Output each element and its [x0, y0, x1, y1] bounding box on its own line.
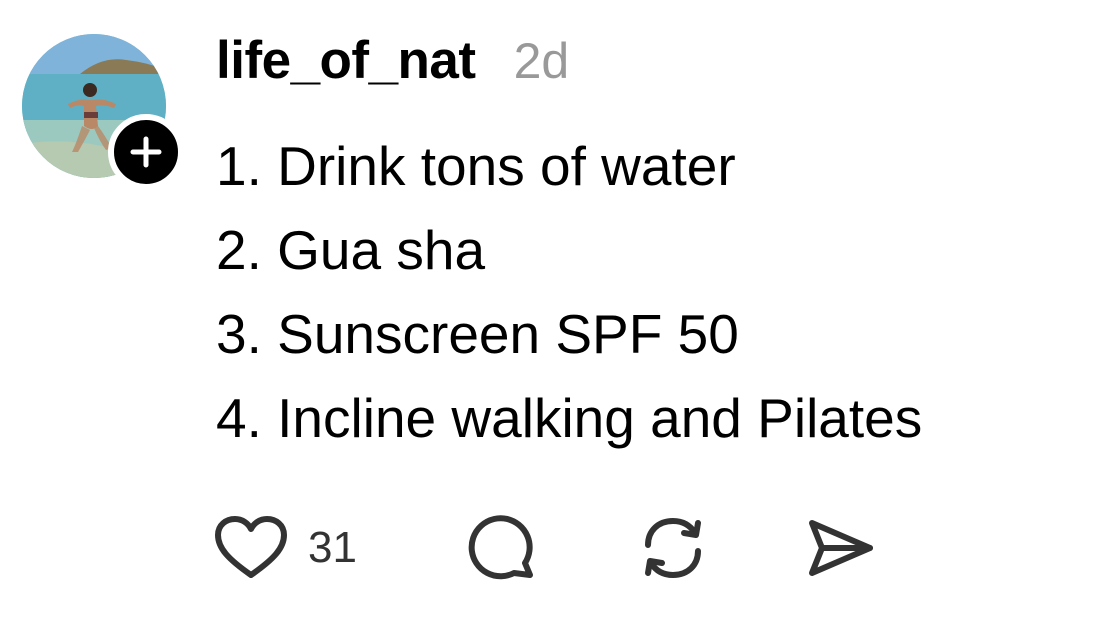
speech-bubble-icon: [468, 515, 533, 580]
post-line: 4. Incline walking and Pilates: [216, 387, 923, 449]
action-bar: 31: [214, 510, 914, 586]
post-header: life_of_nat 2d: [216, 30, 569, 96]
post-body: 1. Drink tons of water 2. Gua sha 3. Sun…: [216, 124, 1086, 460]
like-count: 31: [308, 523, 357, 572]
repost-arrows-icon: [645, 517, 701, 579]
share-button[interactable]: [806, 510, 876, 586]
heart-icon: [215, 516, 287, 578]
plus-icon: [130, 136, 162, 168]
post-line: 1. Drink tons of water: [216, 135, 736, 197]
follow-button[interactable]: [108, 114, 184, 190]
timestamp: 2d: [513, 33, 570, 89]
thread-post: life_of_nat 2d 1. Drink tons of water 2.…: [0, 0, 1104, 624]
comment-button[interactable]: [468, 510, 538, 586]
avatar-container: [22, 34, 184, 190]
post-line: 2. Gua sha: [216, 219, 486, 281]
like-button[interactable]: 31: [214, 510, 357, 586]
username[interactable]: life_of_nat: [216, 30, 476, 91]
post-line: 3. Sunscreen SPF 50: [216, 303, 739, 365]
paper-plane-icon: [809, 520, 873, 576]
repost-button[interactable]: [638, 510, 708, 586]
